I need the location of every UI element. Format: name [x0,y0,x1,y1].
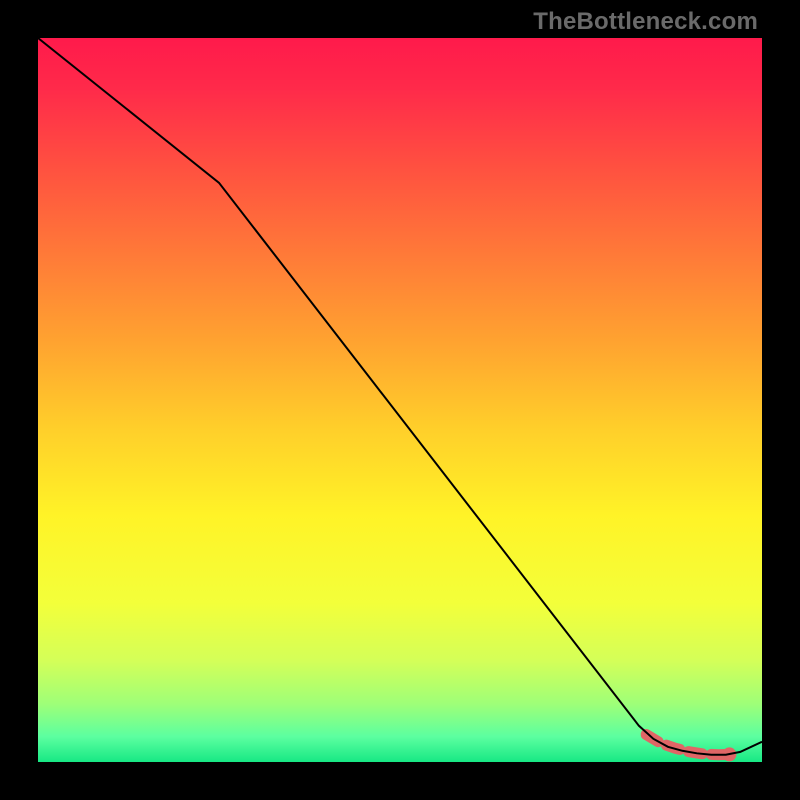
chart-svg [38,38,762,762]
gradient-background [38,38,762,762]
chart-frame: TheBottleneck.com [0,0,800,800]
watermark-text: TheBottleneck.com [533,8,758,36]
plot-area [38,38,762,762]
